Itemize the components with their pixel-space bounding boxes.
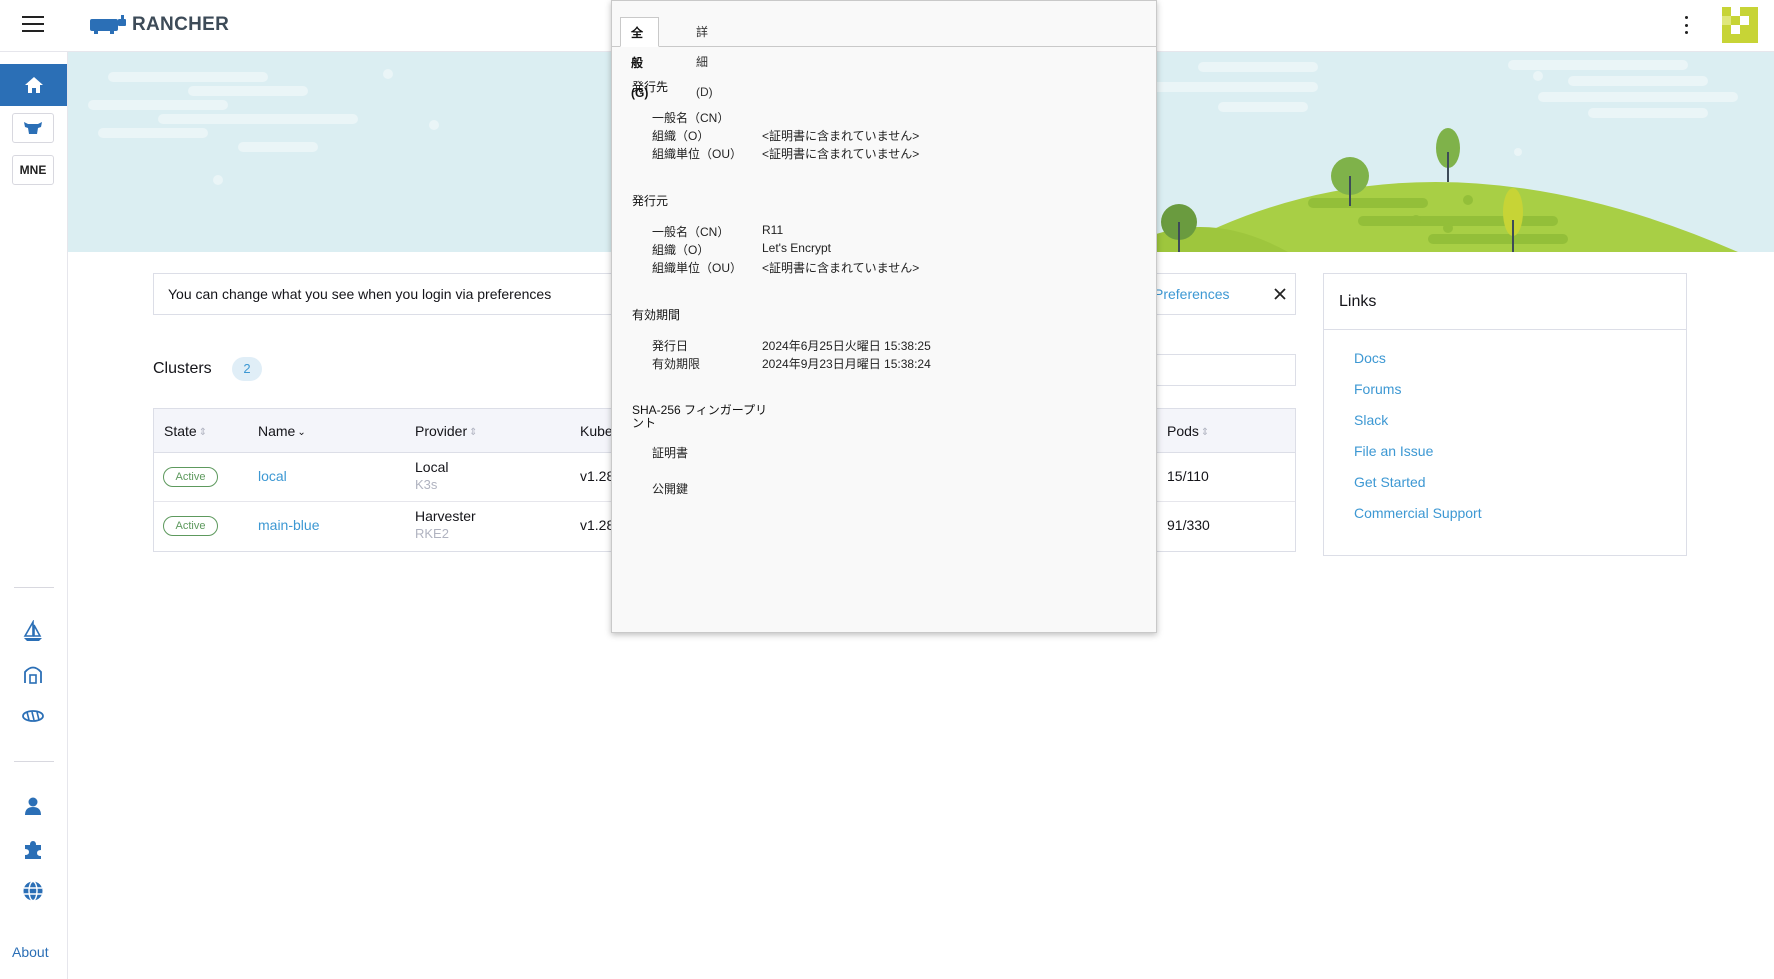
sidebar-item-fleet[interactable] bbox=[12, 615, 54, 647]
column-header-pods[interactable]: Pods ⇕ bbox=[1167, 423, 1209, 439]
column-header-provider[interactable]: Provider ⇕ bbox=[415, 423, 478, 439]
sidebar-item-home[interactable] bbox=[0, 64, 67, 106]
status-badge: Active bbox=[163, 467, 218, 487]
k3s-cow-icon bbox=[24, 122, 42, 134]
link-commercial-support[interactable]: Commercial Support bbox=[1354, 505, 1686, 536]
menu-icon[interactable] bbox=[22, 16, 44, 34]
issued-by-o-label: 組織（O） bbox=[652, 243, 710, 257]
preferences-link[interactable]: Preferences bbox=[1154, 286, 1229, 302]
expires-on-label: 有効期限 bbox=[652, 357, 701, 371]
link-slack[interactable]: Slack bbox=[1354, 412, 1686, 443]
issued-to-ou-label: 組織単位（OU） bbox=[652, 147, 743, 161]
fingerprint-public-key-label: 公開鍵 bbox=[652, 482, 689, 496]
status-badge: Active bbox=[163, 516, 218, 536]
clusters-count-badge: 2 bbox=[232, 357, 262, 381]
logo-text: RANCHER bbox=[132, 14, 230, 35]
tab-details[interactable]: 詳細(D) bbox=[686, 17, 723, 99]
issued-by-cn-value: R11 bbox=[762, 223, 784, 237]
sidebar: MNE About bbox=[0, 52, 68, 979]
rancher-cow-icon bbox=[90, 15, 126, 34]
provider-distro: RKE2 bbox=[415, 526, 449, 541]
filter-input[interactable] bbox=[1140, 354, 1296, 386]
close-icon[interactable] bbox=[1272, 286, 1288, 302]
links-title: Links bbox=[1324, 274, 1686, 330]
sidebar-item-continuous-delivery[interactable] bbox=[12, 700, 54, 732]
sailboat-icon bbox=[23, 620, 42, 641]
link-docs[interactable]: Docs bbox=[1354, 350, 1686, 381]
provider-name: Harvester bbox=[415, 508, 476, 524]
about-link[interactable]: About bbox=[12, 944, 49, 960]
puzzle-icon bbox=[25, 841, 41, 859]
tab-general[interactable]: 全般(G) bbox=[620, 17, 660, 100]
column-header-kube[interactable]: Kube bbox=[580, 423, 613, 439]
issued-by-ou-label: 組織単位（OU） bbox=[652, 261, 743, 275]
provider-distro: K3s bbox=[415, 477, 438, 492]
fingerprint-certificate-label: 証明書 bbox=[652, 446, 689, 460]
sidebar-item-users[interactable] bbox=[12, 790, 54, 822]
user-avatar[interactable] bbox=[1722, 7, 1758, 43]
sidebar-divider bbox=[14, 587, 54, 588]
cluster-name-link[interactable]: main-blue bbox=[258, 517, 319, 533]
sidebar-item-mne-cluster[interactable]: MNE bbox=[12, 154, 54, 186]
issued-to-o-label: 組織（O） bbox=[652, 129, 710, 143]
issued-to-o-value: <証明書に含まれていません> bbox=[762, 129, 920, 143]
app: RANCHER MNE About You can change what yo… bbox=[0, 0, 1774, 979]
issued-by-cn-label: 一般名（CN） bbox=[652, 225, 730, 239]
sort-down-icon: ⌄ bbox=[297, 426, 306, 438]
sort-icon: ⇕ bbox=[469, 426, 478, 438]
link-file-issue[interactable]: File an Issue bbox=[1354, 443, 1686, 474]
expires-on-value: 2024年9月23日月曜日 15:38:24 bbox=[762, 357, 931, 371]
certificate-viewer-dialog: 全般(G) 詳細(D) 発行先 一般名（CN） 組織（O） <証明書に含まれてい… bbox=[611, 0, 1157, 633]
fingerprint-heading-cont: ント bbox=[632, 416, 657, 430]
sidebar-item-virtualization[interactable] bbox=[12, 658, 54, 690]
validity-heading: 有効期間 bbox=[632, 308, 681, 322]
issued-by-heading: 発行元 bbox=[632, 194, 669, 208]
pods-count: 15/110 bbox=[1167, 468, 1209, 484]
links-list: Docs Forums Slack File an Issue Get Star… bbox=[1324, 330, 1686, 536]
issued-by-o-value: Let's Encrypt bbox=[762, 241, 831, 255]
cluster-management-icon bbox=[22, 710, 44, 722]
cluster-name-link[interactable]: local bbox=[258, 468, 287, 484]
cluster-icon-box bbox=[12, 113, 54, 143]
user-icon bbox=[25, 797, 41, 815]
pods-count: 91/330 bbox=[1167, 517, 1210, 533]
issued-by-ou-value: <証明書に含まれていません> bbox=[762, 261, 920, 275]
clusters-title: Clusters bbox=[153, 360, 212, 377]
harvester-icon bbox=[24, 666, 42, 684]
link-forums[interactable]: Forums bbox=[1354, 381, 1686, 412]
link-get-started[interactable]: Get Started bbox=[1354, 474, 1686, 505]
issued-on-value: 2024年6月25日火曜日 15:38:25 bbox=[762, 339, 931, 353]
rancher-logo[interactable]: RANCHER bbox=[88, 14, 229, 36]
links-panel: Links Docs Forums Slack File an Issue Ge… bbox=[1323, 273, 1687, 556]
sort-icon: ⇕ bbox=[1200, 426, 1210, 438]
globe-icon bbox=[23, 880, 43, 902]
issued-on-label: 発行日 bbox=[652, 339, 689, 353]
issued-to-cn-label: 一般名（CN） bbox=[652, 111, 730, 125]
sidebar-item-extensions[interactable] bbox=[12, 833, 54, 865]
more-options-icon[interactable] bbox=[1682, 14, 1690, 36]
sidebar-item-local-cluster[interactable] bbox=[12, 112, 54, 144]
kube-version: v1.28 bbox=[580, 517, 615, 533]
column-header-state[interactable]: State ⇕ bbox=[164, 423, 207, 439]
sort-icon: ⇕ bbox=[198, 426, 208, 438]
provider-name: Local bbox=[415, 459, 449, 475]
cluster-mne-label: MNE bbox=[12, 155, 54, 185]
sidebar-divider bbox=[14, 761, 54, 762]
sidebar-item-global-settings[interactable] bbox=[12, 875, 54, 907]
home-icon bbox=[24, 77, 43, 93]
kube-version: v1.28 bbox=[580, 468, 615, 484]
column-header-name[interactable]: Name ⌄ bbox=[258, 423, 306, 439]
issued-to-ou-value: <証明書に含まれていません> bbox=[762, 147, 920, 161]
notice-text: You can change what you see when you log… bbox=[168, 286, 552, 302]
